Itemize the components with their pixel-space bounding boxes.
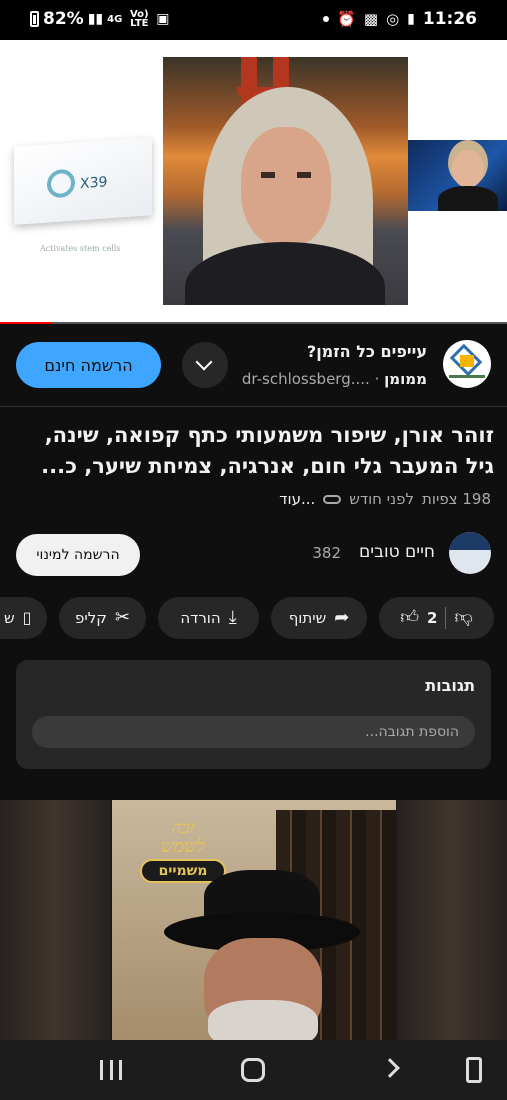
scissors-icon: ✂ — [114, 607, 130, 628]
upload-age: לפני חודש — [349, 490, 415, 508]
product-logo-icon — [47, 168, 75, 199]
download-button[interactable]: הורדה ⤓ — [158, 597, 259, 639]
more-link[interactable]: ...עוד — [279, 490, 315, 508]
sim-icon: ▣ — [156, 11, 170, 27]
chip-divider — [445, 607, 447, 629]
system-nav-bar — [0, 1040, 507, 1100]
home-icon[interactable] — [241, 1058, 265, 1082]
next-video-thumbnail[interactable]: זכה לשמש משמיים — [0, 800, 507, 1040]
ad-signup-button[interactable]: הרשמה חינם — [16, 342, 161, 388]
status-right: ⏰ ▩ ◎ ▮ 11:26 — [323, 9, 477, 29]
status-bar: 82% ▮▮ 4G Vo) LTE ▣ ⏰ ▩ ◎ ▮ 11:26 — [0, 0, 507, 40]
advertiser-logo[interactable] — [443, 340, 491, 388]
speaker-eyes — [261, 172, 311, 178]
channel-row: חיים טובים 382 הרשמה למינוי — [0, 530, 507, 580]
battery-icon — [30, 11, 39, 27]
video-progress-bar[interactable] — [0, 322, 507, 324]
share-label: שיתוף — [288, 609, 327, 627]
clock: 11:26 — [422, 9, 477, 29]
status-left: 82% ▮▮ 4G Vo) LTE ▣ — [30, 9, 170, 29]
ad-subline: ממומן · dr-schlossberg.... — [242, 370, 427, 388]
thumbs-down-icon[interactable]: 👎︎ — [454, 609, 472, 627]
back-icon[interactable] — [380, 1058, 400, 1078]
video-progress-fill — [0, 322, 51, 324]
add-comment-input[interactable]: הוספת תגובה... — [32, 716, 475, 748]
battery-saver-icon: ▮ — [407, 11, 415, 27]
signal-icon: ▮▮ — [87, 11, 104, 27]
separator: · — [369, 370, 380, 388]
comments-panel[interactable]: תגובות הוספת תגובה... — [16, 660, 491, 769]
clip-label: קליפ — [75, 609, 107, 627]
save-label: ש — [4, 609, 15, 627]
badge-line-2: לשמש — [160, 836, 206, 857]
like-count: 2 — [427, 609, 438, 627]
volte-indicator: Vo) LTE — [129, 9, 149, 29]
product-name: X39 — [80, 174, 108, 193]
product-card: X39 — [14, 137, 152, 225]
speaker-video-thumbnail — [408, 140, 507, 211]
product-image: X39 Activates stem cells — [14, 137, 154, 264]
logo-shape-icon — [449, 375, 485, 378]
share-icon: ➦ — [334, 607, 350, 628]
ad-headline[interactable]: עייפים כל הזמן? — [307, 342, 427, 361]
speaker-face — [241, 127, 331, 247]
video-player[interactable]: X39 Activates stem cells — [0, 40, 507, 324]
download-label: הורדה — [180, 609, 221, 627]
recents-icon[interactable] — [100, 1060, 122, 1080]
alarm-icon: ⏰ — [337, 10, 356, 28]
logo-shape-icon — [460, 355, 474, 367]
comments-title: תגובות — [425, 676, 475, 695]
person-beard — [208, 1000, 318, 1040]
channel-avatar[interactable] — [449, 532, 491, 574]
battery-level: 82% — [43, 9, 84, 29]
speaker-video-main — [163, 57, 408, 305]
thumbnail-body — [438, 186, 498, 211]
section-divider — [0, 406, 507, 407]
whatsapp-icon: ◎ — [386, 10, 400, 28]
thumbs-up-icon[interactable]: 👍︎ — [400, 609, 419, 627]
subscriber-count: 382 — [312, 544, 341, 562]
product-caption: Activates stem cells — [40, 244, 121, 253]
subscribe-button[interactable]: הרשמה למינוי — [16, 534, 140, 576]
clip-button[interactable]: קליפ ✂ — [59, 597, 146, 639]
view-count: 198 צפיות — [422, 490, 491, 508]
keyboard-toggle-icon[interactable] — [466, 1057, 482, 1083]
gallery-icon: ▩ — [363, 10, 379, 28]
thumbnail-frame: זכה לשמש משמיים — [112, 800, 396, 1040]
thumbnail-blur-right — [397, 800, 507, 1040]
expand-chevron-button[interactable] — [182, 342, 228, 388]
save-button[interactable]: ש ▯ — [0, 597, 47, 639]
sponsored-label: ממומן — [384, 370, 427, 388]
like-dislike-chip[interactable]: 👍︎ 2 👎︎ — [379, 597, 494, 639]
thumbnail-blur-left — [0, 800, 110, 1040]
network-type: 4G — [107, 13, 123, 25]
notification-dot-icon — [323, 16, 330, 22]
ad-domain: dr-schlossberg.... — [241, 370, 370, 388]
bookmark-icon: ▯ — [22, 608, 32, 627]
badge-line-1: זכה — [171, 818, 195, 838]
video-title[interactable]: זוהר אורן, שיפור משמעותי כתף קפואה, שינה… — [14, 420, 494, 482]
sponsored-channel-row: עייפים כל הזמן? ממומן · dr-schlossberg..… — [0, 330, 507, 400]
thumbnail-head — [452, 150, 484, 188]
channel-name[interactable]: חיים טובים — [359, 542, 435, 562]
video-meta[interactable]: 198 צפיות לפני חודש ...עוד — [279, 490, 491, 508]
download-icon: ⤓ — [228, 607, 237, 628]
link-icon — [323, 494, 342, 504]
share-button[interactable]: שיתוף ➦ — [271, 597, 367, 639]
